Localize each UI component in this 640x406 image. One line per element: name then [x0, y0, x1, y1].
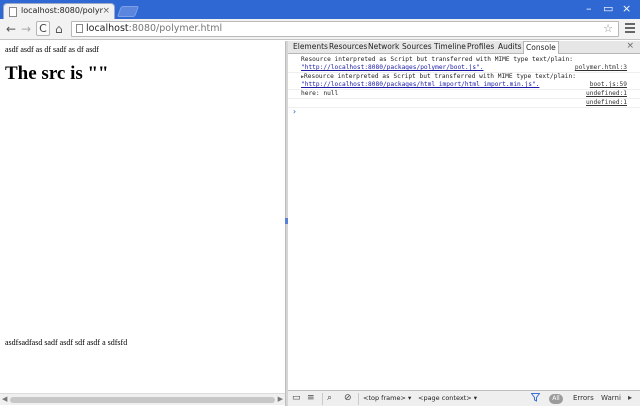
new-tab-button[interactable]	[116, 6, 140, 17]
menu-icon[interactable]	[625, 23, 635, 34]
console-separator	[288, 107, 640, 108]
tab-profiles[interactable]: Profiles	[467, 42, 494, 51]
filter-warnings-button[interactable]: Warni	[601, 394, 621, 402]
bookmark-star-icon[interactable]: ☆	[603, 22, 613, 35]
scrollbar-thumb[interactable]	[10, 397, 275, 403]
console-source-link[interactable]: boot.js:59	[590, 81, 627, 88]
tab-network[interactable]: Network	[368, 42, 399, 51]
page-heading: The src is ""	[5, 63, 109, 84]
toolbar-divider	[358, 393, 359, 405]
page-text-top: asdf asdf as df sadf as df asdf	[5, 45, 99, 54]
tab-elements[interactable]: Elements	[293, 42, 328, 51]
tab-title: localhost:8080/polymer.h	[21, 6, 103, 15]
tab-audits[interactable]: Audits	[498, 42, 522, 51]
dock-icon[interactable]: ▭	[292, 393, 301, 403]
console-message-1-url: "http://localhost:8080/packages/polymer/…	[301, 64, 484, 71]
url-text: localhost:8080/polymer.html	[86, 23, 222, 34]
console-source-link[interactable]: polymer.html:3	[575, 64, 627, 71]
horizontal-scrollbar[interactable]: ◀ ▶	[0, 393, 285, 405]
page-text-bottom: asdfsadfasd sadf asdf sdf asdf a sdfsfd	[5, 338, 128, 347]
maximize-icon[interactable]: ▭	[603, 2, 613, 15]
url-host: localhost	[86, 23, 129, 34]
tab-timeline[interactable]: Timeline	[434, 42, 466, 51]
page-viewport: asdf asdf as df sadf as df asdf The src …	[0, 41, 285, 406]
address-bar[interactable]: localhost:8080/polymer.html ☆	[71, 21, 619, 37]
console-message-2-url: "http://localhost:8080/packages/html_imp…	[301, 81, 539, 88]
console-link[interactable]: "http://localhost:8080/packages/polymer/…	[301, 64, 484, 71]
tab-sources[interactable]: Sources	[402, 42, 432, 51]
browser-tab[interactable]: localhost:8080/polymer.h ×	[3, 3, 115, 19]
tab-console[interactable]: Console	[523, 41, 559, 54]
forward-icon[interactable]: →	[21, 22, 31, 36]
url-path: :8080/polymer.html	[128, 23, 223, 34]
console-source-link[interactable]: undefined:1	[586, 90, 627, 97]
reload-icon[interactable]: C	[36, 21, 50, 36]
page-icon	[76, 24, 83, 33]
clear-console-icon[interactable]: ⊘	[344, 393, 352, 403]
frame-select-value: <top frame>	[363, 394, 406, 402]
devtools-panel: Elements Resources Network Sources Timel…	[288, 41, 640, 406]
filter-icon[interactable]	[531, 393, 540, 402]
window-close-icon[interactable]: ×	[622, 2, 631, 15]
browser-tabstrip: localhost:8080/polymer.h × – ▭ ×	[0, 0, 640, 19]
scroll-left-icon[interactable]: ◀	[2, 395, 7, 403]
scroll-right-icon[interactable]: ▶	[278, 395, 283, 403]
tab-resources[interactable]: Resources	[329, 42, 367, 51]
show-drawer-icon[interactable]: ≡	[307, 393, 315, 403]
filter-errors-button[interactable]: Errors	[573, 394, 594, 402]
devtools-close-icon[interactable]: ×	[626, 41, 634, 51]
devtools-tabbar: Elements Resources Network Sources Timel…	[288, 41, 640, 54]
search-icon[interactable]: ⌕	[327, 393, 332, 403]
context-select[interactable]: <page context> ▾	[418, 393, 477, 404]
console-link[interactable]: "http://localhost:8080/packages/html_imp…	[301, 81, 539, 88]
browser-toolbar: ← → C ⌂ localhost:8080/polymer.html ☆	[0, 19, 640, 40]
page-favicon-icon	[9, 7, 17, 17]
back-icon[interactable]: ←	[6, 22, 16, 36]
context-select-value: <page context>	[418, 394, 472, 402]
console-message-3: here: null	[301, 90, 339, 97]
console-prompt[interactable]: ›	[292, 107, 297, 116]
tab-close-icon[interactable]: ×	[102, 6, 110, 16]
minimize-icon[interactable]: –	[586, 2, 592, 15]
devtools-bottom-bar: ▭ ≡ ⌕ ⊘ <top frame> ▾ <page context> ▾ A…	[288, 390, 640, 406]
frame-select[interactable]: <top frame> ▾	[363, 393, 411, 404]
home-icon[interactable]: ⌂	[55, 22, 63, 36]
console-message-2-line1: ▶Resource interpreted as Script but tran…	[301, 73, 576, 80]
console-source-link[interactable]: undefined:1	[586, 99, 627, 106]
filter-all-button[interactable]: All	[549, 394, 563, 404]
toolbar-divider	[322, 393, 323, 405]
console-message-2-text: Resource interpreted as Script but trans…	[304, 73, 576, 80]
console-output: Resource interpreted as Script but trans…	[288, 55, 640, 391]
more-filters-icon[interactable]: ▸	[628, 393, 632, 402]
console-message-1-line1: Resource interpreted as Script but trans…	[301, 56, 573, 63]
